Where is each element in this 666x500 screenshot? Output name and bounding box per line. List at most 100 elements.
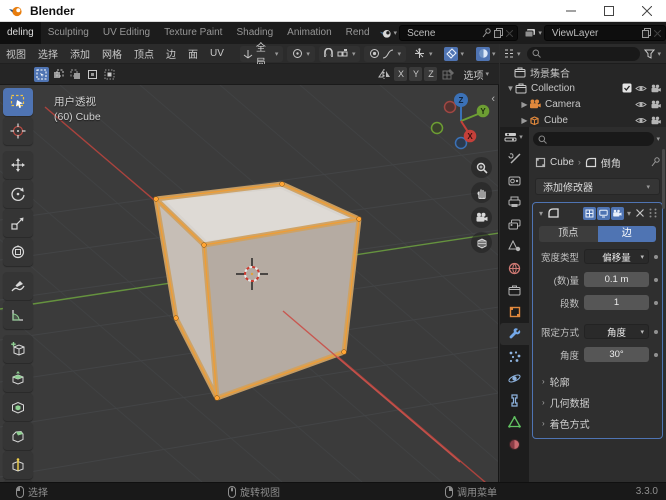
segments-field[interactable]: 1 [584, 295, 649, 310]
breadcrumb-object[interactable]: Cube [550, 157, 574, 168]
navigation-gizmo[interactable]: Z Y X [430, 93, 490, 150]
pin-icon[interactable] [482, 28, 492, 38]
snap-magnet-icon[interactable] [322, 47, 336, 61]
workspace-tab-sculpting[interactable]: Sculpting [41, 22, 96, 44]
modifier-extras-icon[interactable]: ▾ [627, 209, 631, 218]
select-mode-set-icon[interactable] [34, 66, 49, 82]
overlays-icon[interactable] [444, 46, 459, 61]
menu-mesh[interactable]: 网格 [96, 46, 128, 61]
tab-modifiers[interactable] [500, 323, 529, 345]
outliner-filter-icon[interactable]: ▾ [644, 49, 663, 59]
shading-solid-icon[interactable] [476, 46, 490, 61]
add-modifier-button[interactable]: 添加修改器 ▾ [535, 178, 660, 195]
menu-vertex[interactable]: 顶点 [128, 46, 160, 61]
proportional-edit-icon[interactable] [367, 47, 381, 61]
camera-view-button[interactable] [471, 207, 492, 228]
menu-select[interactable]: 选择 [32, 46, 64, 61]
width-type-dropdown[interactable]: 偏移量 ▾ [584, 249, 649, 264]
mirror-z-button[interactable]: Z [424, 67, 438, 81]
new-viewlayer-icon[interactable] [642, 28, 651, 38]
viewlayer-browse-icon[interactable]: ▾ [524, 28, 544, 39]
mirror-x-button[interactable]: X [394, 67, 408, 81]
tool-measure[interactable] [3, 301, 33, 329]
collection-expand-icon[interactable]: ▼ [506, 84, 515, 93]
affect-vertices-tab[interactable]: 顶点 [539, 226, 598, 242]
menu-view[interactable]: 视图 [0, 46, 32, 61]
remove-viewlayer-icon[interactable] [654, 29, 661, 37]
menu-uv[interactable]: UV [204, 48, 230, 59]
snap-group[interactable]: ▾ [318, 45, 361, 62]
workspace-tab-animation[interactable]: Animation [280, 22, 338, 44]
pivot-point-dropdown[interactable]: ▾ [287, 45, 315, 62]
outliner-editor-icon[interactable]: ▾ [503, 48, 523, 59]
tab-object-data[interactable] [500, 411, 529, 433]
tab-particles[interactable] [500, 345, 529, 367]
display-render-toggle[interactable] [610, 206, 624, 220]
new-scene-icon[interactable] [494, 28, 504, 38]
amount-field[interactable]: 0.1 m [584, 272, 649, 287]
tool-box-select[interactable] [3, 88, 33, 116]
scene-browse-icon[interactable]: ▾ [379, 27, 400, 39]
tool-loop-cut[interactable] [3, 451, 33, 479]
mirror-y-button[interactable]: Y [409, 67, 423, 81]
tool-scale[interactable] [3, 209, 33, 237]
tab-physics[interactable] [500, 367, 529, 389]
render-visibility-icon[interactable] [650, 116, 661, 125]
tab-tool[interactable] [500, 147, 529, 169]
workspace-tab-texture-paint[interactable]: Texture Paint [157, 22, 229, 44]
tab-scene[interactable] [500, 235, 529, 257]
animate-dot[interactable] [654, 277, 658, 282]
tool-move[interactable] [3, 151, 33, 179]
render-visibility-icon[interactable] [650, 100, 661, 109]
limit-method-dropdown[interactable]: 角度 ▾ [584, 324, 649, 339]
outliner-row-collection[interactable]: ▼ Collection [500, 80, 666, 96]
unlink-scene-icon[interactable] [506, 29, 514, 37]
display-realtime-toggle[interactable] [596, 206, 610, 220]
tab-render[interactable] [500, 169, 529, 191]
outliner-search-input[interactable] [526, 46, 641, 61]
snap-target-icon[interactable] [336, 47, 350, 61]
workspace-tab-render[interactable]: Rend [339, 22, 377, 44]
zoom-button[interactable] [471, 157, 492, 178]
properties-editor-icon[interactable]: ▾ [504, 127, 525, 147]
tool-inset-faces[interactable] [3, 393, 33, 421]
close-button[interactable] [628, 0, 666, 22]
tab-world[interactable] [500, 257, 529, 279]
animate-dot[interactable] [654, 329, 658, 334]
workspace-tab-modeling[interactable]: deling [0, 22, 41, 44]
modifier-drag-handle[interactable] [648, 208, 658, 218]
modifier-delete-icon[interactable] [636, 209, 644, 217]
menu-edge[interactable]: 边 [160, 46, 182, 61]
tool-rotate[interactable] [3, 180, 33, 208]
workspace-tab-uv-editing[interactable]: UV Editing [96, 22, 157, 44]
scene-name-field[interactable]: Scene [399, 25, 519, 41]
animate-dot[interactable] [654, 254, 658, 259]
transform-orientation-dropdown[interactable]: 全局 ▾ [239, 43, 284, 69]
tool-extrude-region[interactable] [3, 364, 33, 392]
breadcrumb-modifier[interactable]: 倒角 [601, 155, 621, 170]
section-profile[interactable]: › 轮廓 [533, 371, 662, 392]
ortho-toggle-button[interactable] [471, 232, 492, 253]
sidebar-toggle-icon[interactable]: ‹ [491, 93, 495, 105]
outliner-row-scene-collection[interactable]: 场景集合 [500, 64, 666, 80]
tab-constraints[interactable] [500, 389, 529, 411]
tool-transform[interactable] [3, 238, 33, 266]
overlays-group[interactable]: ▾ [441, 46, 469, 62]
section-shading[interactable]: › 着色方式 [533, 413, 662, 434]
animate-dot[interactable] [654, 300, 658, 305]
render-visibility-icon[interactable] [650, 84, 661, 93]
camera-expand-icon[interactable]: ▶ [520, 100, 529, 109]
hide-eye-icon[interactable] [635, 100, 647, 109]
tool-cursor[interactable] [3, 117, 33, 145]
pan-hand-button[interactable] [471, 182, 492, 203]
select-mode-subtract-icon[interactable] [68, 67, 83, 82]
menu-face[interactable]: 面 [182, 46, 204, 61]
outliner-row-cube[interactable]: ▶ Cube [500, 112, 666, 127]
angle-field[interactable]: 30° [584, 347, 649, 362]
viewlayer-name-field[interactable]: ViewLayer [543, 25, 666, 41]
properties-options-icon[interactable]: ▾ [656, 135, 660, 143]
select-mode-invert-icon[interactable] [85, 67, 100, 82]
select-mode-extend-icon[interactable] [51, 67, 66, 82]
modifier-expand-icon[interactable]: ▾ [539, 209, 543, 218]
tool-annotate[interactable] [3, 272, 33, 300]
